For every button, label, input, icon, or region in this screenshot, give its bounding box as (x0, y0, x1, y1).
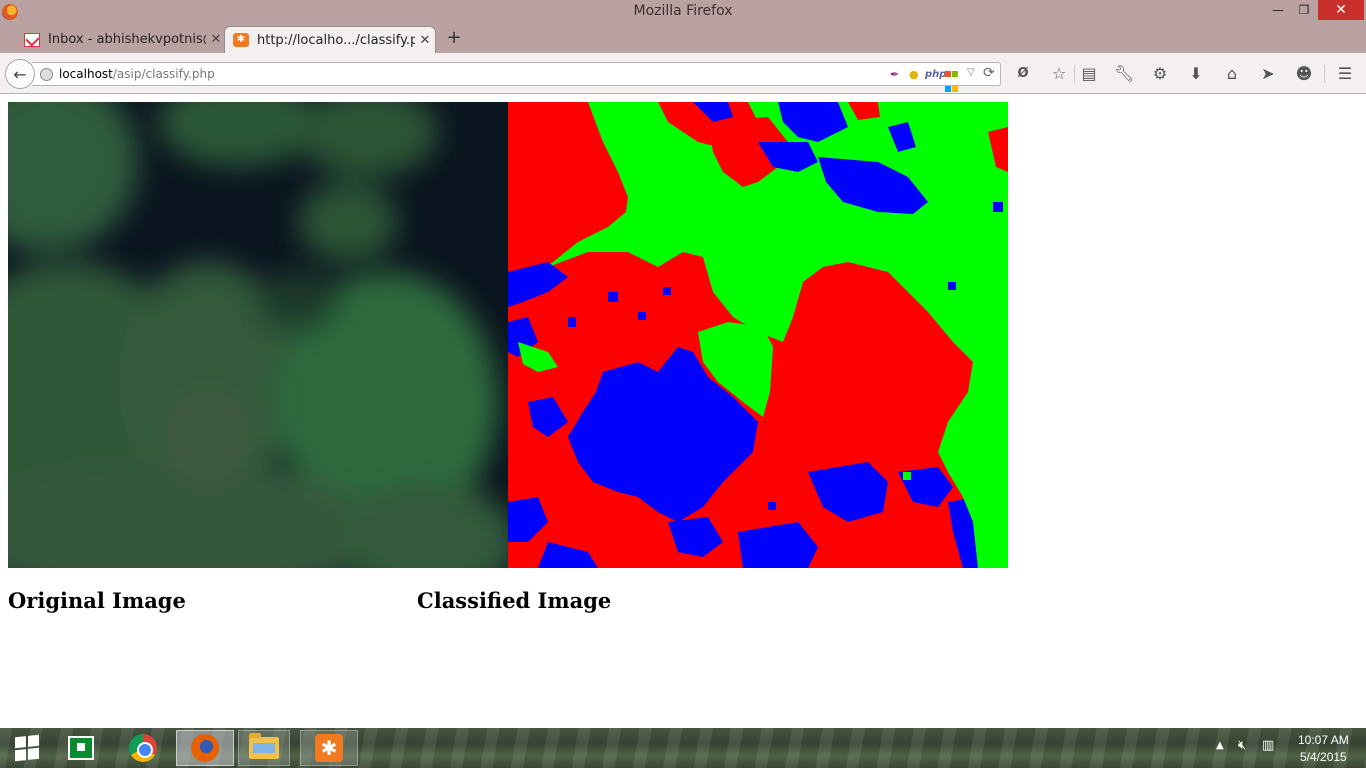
chat-icon[interactable]: ☻ (1293, 64, 1315, 84)
back-button[interactable]: ← (5, 59, 35, 89)
store-icon (68, 736, 94, 760)
classified-image-graphic (508, 102, 1008, 568)
file-explorer-app-button[interactable] (238, 730, 290, 766)
clock-date[interactable]: 5/4/2015 (1300, 750, 1347, 764)
show-hidden-icons-button[interactable]: ▲ (1216, 740, 1224, 751)
send-icon[interactable]: ➤ (1257, 64, 1279, 84)
folder-icon (249, 733, 279, 759)
download-icon[interactable]: ⬇ (1185, 64, 1207, 84)
xampp-app-button[interactable]: ✱ (300, 730, 358, 766)
tab-strip: Inbox - abhishekvpotnis@... ✕ ✱ http://l… (0, 24, 1366, 53)
chrome-icon (129, 734, 157, 762)
feather-icon[interactable]: ✒ (890, 67, 904, 82)
network-icon[interactable]: ▥ (1262, 738, 1278, 754)
windows-taskbar: ✱ (0, 728, 1366, 768)
globe-icon[interactable] (40, 68, 53, 81)
tab-gmail-inbox[interactable]: Inbox - abhishekvpotnis@... ✕ (16, 26, 226, 53)
readability-icon[interactable]: Ø (1012, 64, 1034, 84)
home-icon[interactable]: ⌂ (1221, 64, 1243, 84)
caption-original-image: Original Image (8, 588, 186, 613)
start-button[interactable] (0, 730, 54, 766)
windows-extension-icon[interactable] (945, 67, 959, 92)
tab-title: Inbox - abhishekvpotnis@... (48, 32, 206, 47)
volume-muted-icon[interactable]: 🔇︎ (1238, 738, 1254, 754)
restore-button[interactable]: ❐ (1290, 0, 1318, 20)
tab-title: http://localho.../classify.php (257, 32, 415, 48)
reload-icon[interactable]: ⟳ (983, 65, 995, 81)
page-content: Original Image Classified Image (0, 95, 1366, 728)
lock-icon[interactable]: ● (909, 67, 921, 82)
close-window-button[interactable]: ✕ (1318, 0, 1364, 20)
url-history-dropdown-icon[interactable]: ▽ (967, 67, 975, 78)
xampp-icon: ✱ (315, 734, 343, 762)
reading-list-icon[interactable]: ▤ (1078, 64, 1100, 84)
toolbar-divider (1074, 65, 1075, 83)
gear-icon[interactable]: ⚙ (1149, 64, 1171, 84)
new-tab-button[interactable]: + (444, 29, 464, 49)
tab-close-button[interactable]: ✕ (415, 33, 435, 48)
original-satellite-image (8, 102, 508, 568)
xampp-icon: ✱ (233, 33, 249, 47)
classified-image (508, 102, 1008, 568)
store-app-button[interactable] (54, 730, 108, 766)
url-path: /asip/classify.php (112, 67, 215, 81)
menu-icon[interactable]: ☰ (1334, 64, 1356, 84)
windows-logo-icon (15, 734, 39, 762)
url-host: localhost (59, 67, 113, 81)
minimize-button[interactable]: — (1264, 0, 1292, 20)
navigation-toolbar: localhost/asip/classify.php ✒ ● php ▽ ⟳ … (0, 53, 1366, 94)
php-extension-icon[interactable]: php (925, 67, 946, 82)
url-bar[interactable]: localhost/asip/classify.php ✒ ● php ▽ ⟳ (32, 62, 1001, 92)
clock-time[interactable]: 10:07 AM (1298, 733, 1349, 747)
chrome-app-button[interactable] (116, 730, 170, 766)
tab-classify[interactable]: ✱ http://localho.../classify.php ✕ (224, 26, 436, 53)
original-image-graphic (8, 102, 508, 568)
toolbar-divider (1324, 65, 1325, 83)
caption-classified-image: Classified Image (417, 588, 612, 613)
window-title: Mozilla Firefox (633, 3, 733, 19)
url-text[interactable]: localhost/asip/classify.php (59, 67, 215, 81)
tab-close-button[interactable]: ✕ (206, 32, 226, 47)
firefox-icon (191, 734, 219, 762)
bookmark-star-icon[interactable]: ☆ (1048, 64, 1070, 84)
wrench-icon[interactable]: 🔧︎ (1113, 64, 1135, 84)
window-titlebar: Mozilla Firefox — ❐ ✕ (0, 0, 1366, 24)
gmail-icon (24, 32, 40, 47)
firefox-app-button[interactable] (176, 730, 234, 766)
